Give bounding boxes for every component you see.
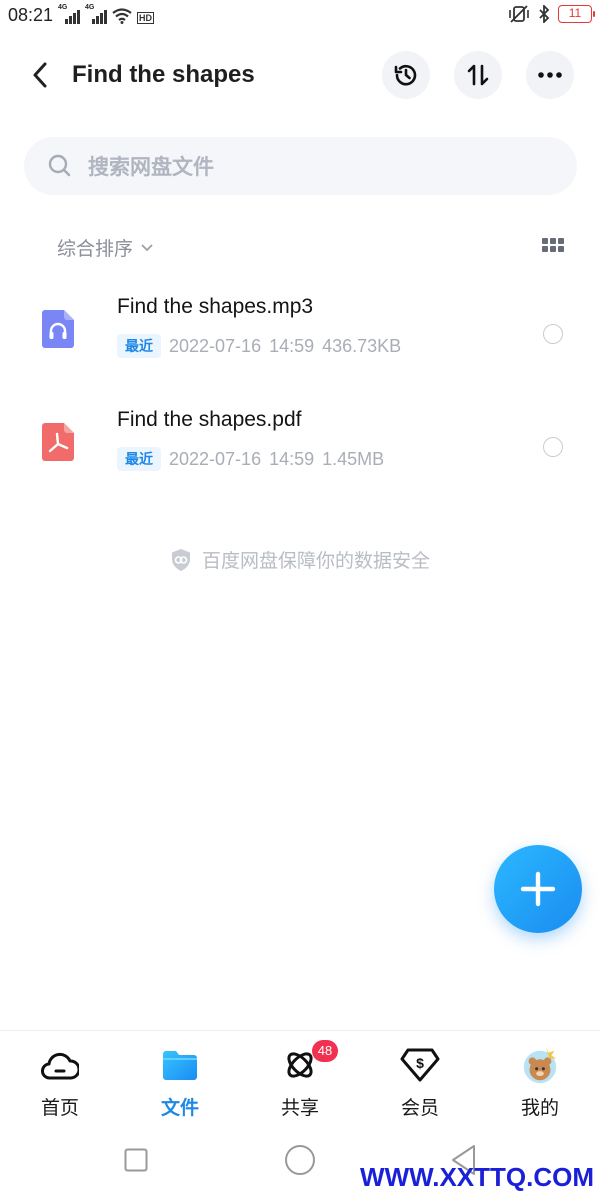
safety-text: 百度网盘保障你的数据安全 bbox=[201, 550, 430, 572]
nav-item-home[interactable]: 首页 bbox=[0, 1031, 120, 1130]
file-date: 2022-07-16 bbox=[169, 448, 262, 469]
file-size: 436.73KB bbox=[322, 335, 402, 356]
grid-icon-dot bbox=[550, 238, 556, 244]
search-bar[interactable]: 搜索网盘文件 bbox=[24, 137, 577, 195]
battery-level: 11 bbox=[568, 6, 582, 20]
wifi-icon bbox=[112, 8, 132, 24]
svg-text:$: $ bbox=[416, 1055, 424, 1071]
nav-label: 我的 bbox=[520, 1097, 559, 1119]
chevron-down-icon bbox=[141, 244, 153, 251]
nav-item-share[interactable]: 48 共享 bbox=[240, 1031, 360, 1130]
battery-indicator: 11 bbox=[558, 5, 595, 23]
watermark-text: WWW.XXTTQ.COM bbox=[360, 1162, 594, 1192]
page-title: Find the shapes bbox=[72, 61, 255, 88]
nav-item-vip[interactable]: $ 会员 bbox=[360, 1031, 480, 1130]
safety-note: 百度网盘保障你的数据安全 bbox=[0, 546, 600, 573]
select-checkbox[interactable] bbox=[543, 324, 563, 344]
header: Find the shapes bbox=[0, 44, 600, 108]
nav-label: 共享 bbox=[280, 1097, 319, 1119]
grid-icon-dot bbox=[558, 238, 564, 244]
status-time: 08:21 bbox=[8, 5, 54, 25]
file-size: 1.45MB bbox=[322, 448, 385, 469]
file-date: 2022-07-16 bbox=[169, 335, 262, 356]
cloud-home-icon bbox=[40, 1045, 80, 1085]
bottom-nav: 首页 文件 48 共享 $ 会员 我的 bbox=[0, 1030, 600, 1130]
nav-label: 首页 bbox=[40, 1097, 79, 1119]
file-time: 14:59 bbox=[269, 448, 315, 469]
signal-icon: 4G bbox=[58, 4, 80, 24]
audio-file-icon bbox=[42, 310, 74, 348]
hd-badge: HD bbox=[137, 12, 154, 24]
transfer-icon bbox=[467, 64, 489, 86]
shield-icon bbox=[171, 548, 190, 571]
avatar-icon bbox=[520, 1045, 560, 1085]
grid-icon-dot bbox=[542, 238, 548, 244]
plus-icon bbox=[520, 871, 556, 907]
nav-label: 会员 bbox=[400, 1097, 439, 1119]
file-name: Find the shapes.pdf bbox=[117, 408, 302, 431]
vibrate-mute-icon bbox=[509, 5, 529, 23]
status-icons-left: 4G 4G HD bbox=[58, 4, 154, 24]
nav-item-files[interactable]: 文件 bbox=[120, 1031, 240, 1130]
grid-icon-dot bbox=[542, 246, 548, 252]
search-input[interactable]: 搜索网盘文件 bbox=[88, 151, 214, 181]
nav-label: 文件 bbox=[160, 1097, 199, 1119]
transfer-button[interactable] bbox=[454, 51, 502, 99]
select-checkbox[interactable] bbox=[543, 437, 563, 457]
file-row[interactable]: Find the shapes.pdf 最近 2022-07-16 14:59 … bbox=[0, 403, 600, 503]
search-icon bbox=[48, 154, 72, 178]
file-row[interactable]: Find the shapes.mp3 最近 2022-07-16 14:59 … bbox=[0, 290, 600, 390]
back-button[interactable] bbox=[24, 58, 56, 92]
status-icons-right: 11 bbox=[508, 5, 595, 23]
file-name: Find the shapes.mp3 bbox=[117, 295, 314, 318]
history-button[interactable] bbox=[382, 51, 430, 99]
file-meta: 最近 2022-07-16 14:59 436.73KB bbox=[117, 334, 401, 358]
bluetooth-icon bbox=[539, 5, 550, 23]
chevron-left-icon bbox=[33, 62, 47, 88]
add-button[interactable] bbox=[494, 845, 582, 933]
folder-icon bbox=[160, 1045, 200, 1085]
grid-icon-dot bbox=[558, 246, 564, 252]
recent-apps-icon[interactable] bbox=[124, 1148, 148, 1172]
history-icon bbox=[394, 64, 417, 86]
file-meta: 最近 2022-07-16 14:59 1.45MB bbox=[117, 447, 384, 471]
share-badge: 48 bbox=[312, 1040, 338, 1062]
recent-badge: 最近 bbox=[117, 334, 161, 358]
vip-diamond-icon: $ bbox=[400, 1045, 440, 1085]
grid-view-toggle[interactable] bbox=[542, 238, 564, 254]
recent-badge: 最近 bbox=[117, 447, 161, 471]
signal-icon: 4G bbox=[85, 4, 107, 24]
nav-item-mine[interactable]: 我的 bbox=[480, 1031, 600, 1130]
more-button[interactable] bbox=[526, 51, 574, 99]
sort-row: 综合排序 bbox=[0, 230, 600, 266]
sort-label: 综合排序 bbox=[57, 238, 134, 260]
pdf-file-icon bbox=[42, 423, 74, 461]
more-icon bbox=[538, 72, 562, 78]
grid-icon-dot bbox=[550, 246, 556, 252]
sort-dropdown[interactable]: 综合排序 bbox=[57, 234, 153, 261]
file-time: 14:59 bbox=[269, 335, 315, 356]
home-circle-icon[interactable] bbox=[284, 1144, 316, 1176]
status-bar: 08:21 4G 4G HD 11 bbox=[0, 0, 600, 32]
